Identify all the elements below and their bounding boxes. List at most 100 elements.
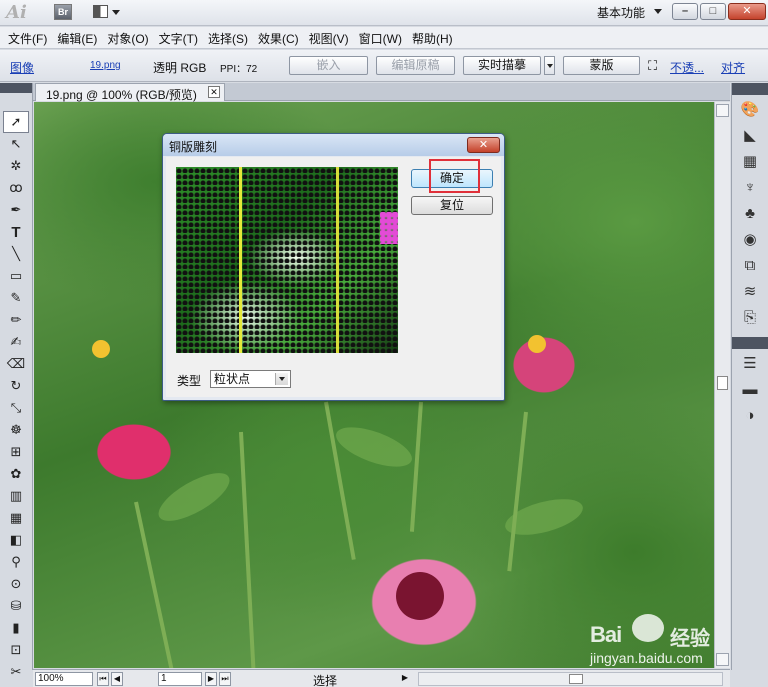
appearance-panel-icon[interactable]: ⧉	[735, 253, 765, 277]
horizontal-scroll-thumb[interactable]	[569, 674, 583, 684]
mask-button[interactable]: 蒙版	[563, 56, 640, 75]
workspace-switcher[interactable]: 基本功能	[597, 4, 645, 21]
status-menu-arrow[interactable]: ▶	[399, 672, 411, 686]
blend-tool-icon[interactable]: ⊙	[3, 573, 29, 595]
menu-item-4[interactable]: 选择(S)	[206, 27, 256, 48]
chevron-down-icon[interactable]	[654, 9, 662, 14]
blob-brush-tool-icon[interactable]: ✍	[3, 331, 29, 353]
current-tool-status: 选择	[313, 674, 338, 687]
gradient-tool-icon[interactable]: ◧	[3, 529, 29, 551]
document-tab-strip: 19.png @ 100% (RGB/预览) ✕	[0, 83, 730, 102]
selection-tool-icon[interactable]: ➚	[3, 111, 29, 133]
close-icon[interactable]: ✕	[208, 86, 220, 98]
document-tab[interactable]: 19.png @ 100% (RGB/预览)	[35, 83, 225, 102]
menu-item-8[interactable]: 帮助(H)	[410, 27, 461, 48]
edit-original-button[interactable]: 编辑原稿	[376, 56, 455, 75]
menu-item-1[interactable]: 编辑(E)	[55, 27, 105, 48]
swatches-panel-icon[interactable]: ▦	[735, 149, 765, 173]
grid-icon	[93, 5, 108, 18]
scroll-up-button[interactable]	[716, 104, 729, 117]
image-stem	[409, 401, 423, 532]
eraser-tool-icon[interactable]: ⌫	[3, 353, 29, 375]
menu-item-7[interactable]: 窗口(W)	[357, 27, 410, 48]
menu-item-3[interactable]: 文字(T)	[157, 27, 206, 48]
dialog-title[interactable]: 铜版雕刻	[163, 134, 504, 156]
dialog-close-button[interactable]: ✕	[467, 137, 500, 153]
dialog-body: 确定 复位 类型 粒状点	[166, 157, 501, 397]
opacity-link[interactable]: 不透...	[670, 59, 704, 76]
artboard-number-field[interactable]: 1	[158, 672, 202, 686]
graph-tool-icon[interactable]: ▥	[3, 485, 29, 507]
image-leaf	[331, 419, 417, 475]
horizontal-scrollbar[interactable]	[418, 672, 723, 686]
live-trace-button[interactable]: 实时描摹	[463, 56, 541, 75]
graphic-styles-panel-icon[interactable]: ◉	[735, 227, 765, 251]
next-artboard-button[interactable]: ▶	[205, 672, 217, 686]
symbols-panel-icon[interactable]: ♣	[735, 201, 765, 225]
warp-tool-icon[interactable]: ☸	[3, 419, 29, 441]
color-guide-panel-icon[interactable]: ◣	[735, 123, 765, 147]
lasso-tool-icon[interactable]: ꝏ	[3, 177, 29, 199]
type-select[interactable]: 粒状点	[210, 370, 291, 388]
first-artboard-button[interactable]: ⏮	[97, 672, 109, 686]
bridge-button[interactable]: Br	[54, 4, 72, 20]
vertical-scrollbar[interactable]	[714, 102, 730, 668]
right-panel-dock: 🎨 ◣ ▦ ♆ ♣ ◉ ⧉ ≋ ⎘ ☰ ▬ ◑	[731, 83, 768, 670]
live-paint-tool-icon[interactable]: ⛁	[3, 595, 29, 617]
pen-tool-icon[interactable]: ✒	[3, 199, 29, 221]
image-label-link[interactable]: 图像	[10, 59, 34, 76]
preview-magenta-speck	[380, 212, 398, 244]
menu-item-6[interactable]: 视图(V)	[307, 27, 357, 48]
last-artboard-button[interactable]: ⏭	[219, 672, 231, 686]
rectangle-tool-icon[interactable]: ▭	[3, 265, 29, 287]
minimize-button[interactable]: –	[672, 3, 698, 20]
panel-dock-header[interactable]	[732, 83, 768, 95]
file-link[interactable]: 19.png	[90, 60, 121, 71]
eyedropper-tool-icon[interactable]: ⚲	[3, 551, 29, 573]
type-label: 类型	[177, 374, 202, 388]
line-tool-icon[interactable]: ╲	[3, 243, 29, 265]
brushes-panel-icon[interactable]: ♆	[735, 175, 765, 199]
image-stem	[239, 431, 256, 668]
live-trace-dropdown[interactable]	[544, 56, 555, 75]
arrange-documents-button[interactable]	[93, 4, 123, 21]
direct-selection-tool-icon[interactable]: ↖	[3, 133, 29, 155]
free-transform-tool-icon[interactable]: ⊞	[3, 441, 29, 463]
embed-button[interactable]: 嵌入	[289, 56, 368, 75]
stroke-panel-icon[interactable]: ☰	[735, 351, 765, 375]
type-tool-icon[interactable]: T	[3, 221, 29, 243]
align-link[interactable]: 对齐	[721, 59, 745, 76]
type-select-value: 粒状点	[214, 372, 251, 386]
paintbrush-tool-icon[interactable]: ✎	[3, 287, 29, 309]
close-button[interactable]: ✕	[728, 3, 766, 20]
magic-wand-tool-icon[interactable]: ✲	[3, 155, 29, 177]
pencil-tool-icon[interactable]: ✏	[3, 309, 29, 331]
slice-tool-icon[interactable]: ✂	[3, 661, 29, 683]
zoom-level-field[interactable]: 100%	[35, 672, 93, 686]
chevron-down-icon[interactable]	[275, 373, 288, 385]
transform-icon[interactable]: ⛶	[648, 58, 657, 74]
rotate-tool-icon[interactable]: ↻	[3, 375, 29, 397]
layers-panel-icon[interactable]: ≋	[735, 279, 765, 303]
scroll-thumb[interactable]	[717, 376, 728, 390]
maximize-button[interactable]: □	[700, 3, 726, 20]
gradient-panel-icon[interactable]: ▬	[735, 377, 765, 401]
color-panel-icon[interactable]: 🎨	[735, 97, 765, 121]
tools-panel: ➚ ↖ ✲ ꝏ ✒ T ╲ ▭ ✎ ✏ ✍ ⌫ ↻ ⤡ ☸ ⊞ ✿ ▥ ▦ ◧ …	[0, 83, 33, 679]
panel-dock-header[interactable]	[732, 337, 768, 349]
menu-item-2[interactable]: 对象(O)	[105, 27, 156, 48]
previous-artboard-button[interactable]: ◀	[111, 672, 123, 686]
menu-item-5[interactable]: 效果(C)	[256, 27, 307, 48]
tools-panel-header[interactable]	[0, 83, 32, 93]
reset-button[interactable]: 复位	[411, 196, 493, 215]
artboards-panel-icon[interactable]: ⎘	[735, 305, 765, 329]
symbol-sprayer-tool-icon[interactable]: ✿	[3, 463, 29, 485]
image-stem	[134, 501, 174, 668]
column-graph-tool-icon[interactable]: ▮	[3, 617, 29, 639]
scale-tool-icon[interactable]: ⤡	[3, 397, 29, 419]
image-stem	[324, 401, 356, 560]
menu-item-0[interactable]: 文件(F)	[6, 27, 55, 48]
artboard-tool-icon[interactable]: ⊡	[3, 639, 29, 661]
transparency-panel-icon[interactable]: ◑	[735, 403, 765, 427]
mesh-tool-icon[interactable]: ▦	[3, 507, 29, 529]
